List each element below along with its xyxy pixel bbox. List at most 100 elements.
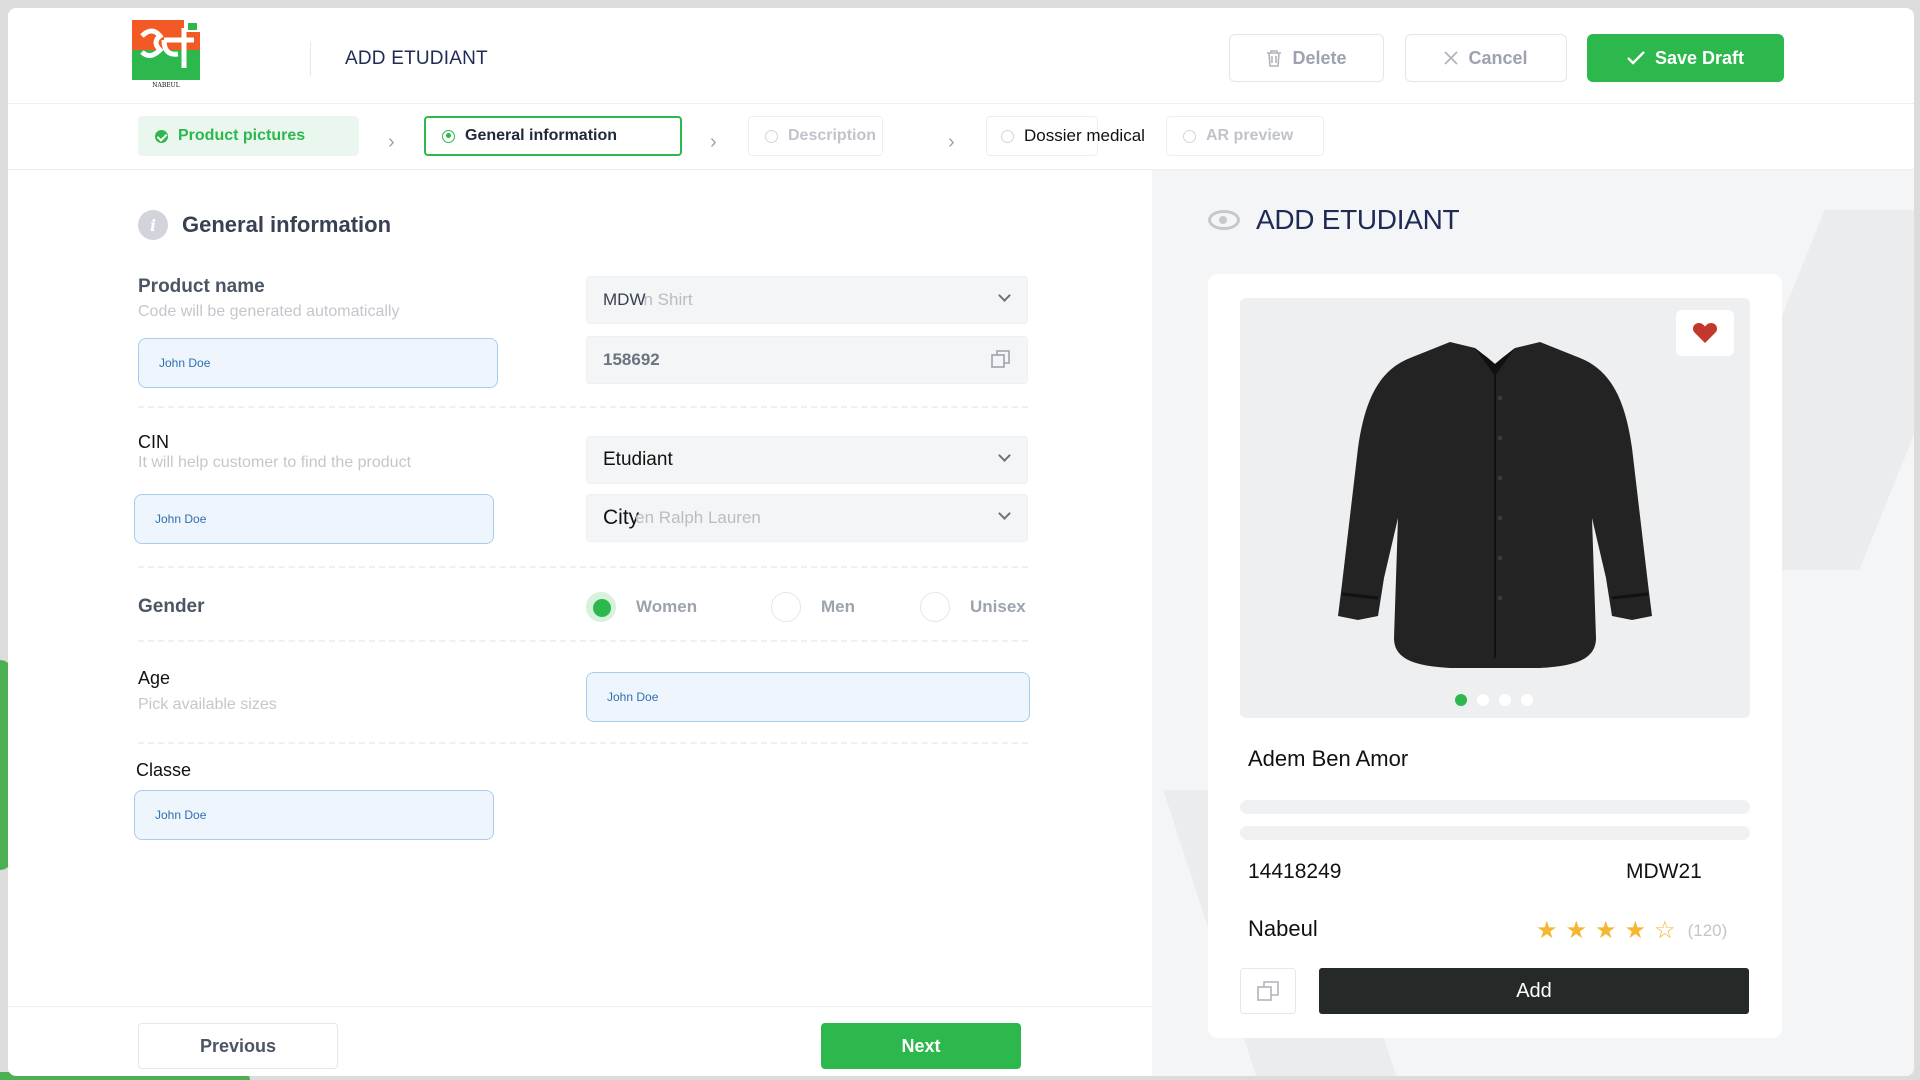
- step-product-pictures[interactable]: Product pictures: [138, 116, 359, 156]
- previous-button[interactable]: Previous: [138, 1023, 338, 1069]
- divider: [138, 742, 1028, 744]
- carousel-dot[interactable]: [1499, 694, 1511, 706]
- review-count: (120): [1687, 920, 1728, 940]
- type-select[interactable]: Etudiant: [586, 436, 1028, 484]
- chevron-right-icon: ›: [948, 131, 955, 153]
- step-label: AR preview: [1206, 127, 1294, 144]
- close-icon: [1444, 51, 1459, 65]
- preview-title: ADD ETUDIANT: [1208, 204, 1460, 236]
- product-name-hint: Code will be generated automatically: [138, 303, 400, 320]
- gender-option-women[interactable]: Women: [586, 592, 697, 622]
- step-ar-preview[interactable]: AR preview: [1166, 116, 1324, 156]
- student-city: Nabeul: [1248, 916, 1318, 941]
- top-bar: NABEUL ADD ETUDIANT Delete Cancel Save D…: [8, 8, 1914, 104]
- chevron-right-icon: ›: [388, 131, 395, 153]
- step-description[interactable]: Description: [748, 116, 883, 156]
- next-button[interactable]: Next: [821, 1023, 1021, 1069]
- cin-label: CIN: [138, 432, 169, 452]
- classe-input[interactable]: John Doe: [134, 790, 494, 840]
- cancel-label: Cancel: [1468, 47, 1528, 68]
- product-name-input[interactable]: John Doe: [138, 338, 498, 388]
- chevron-down-icon: [998, 289, 1011, 302]
- gender-option-men[interactable]: Men: [771, 592, 855, 622]
- carousel-dot[interactable]: [1521, 694, 1533, 706]
- empty-circle-icon: [1001, 129, 1014, 143]
- age-label: Age: [138, 668, 171, 688]
- placeholder-line: [1240, 800, 1750, 814]
- chevron-down-icon: [998, 449, 1011, 462]
- carousel-dot[interactable]: [1455, 694, 1467, 706]
- add-button[interactable]: Add: [1319, 968, 1749, 1014]
- gender-option-label: Women: [636, 597, 698, 616]
- trash-icon: [1267, 50, 1282, 67]
- code-field-value: 158692: [603, 350, 660, 369]
- gender-label: Gender: [138, 596, 205, 617]
- logo: NABEUL: [132, 20, 200, 89]
- step-label: General information: [465, 127, 618, 144]
- gender-option-label: Unisex: [970, 597, 1026, 616]
- code-field[interactable]: 158692: [586, 336, 1028, 384]
- student-reference: MDW21: [1626, 860, 1702, 883]
- placeholder-line: [1240, 826, 1750, 840]
- section-title: i General information: [138, 210, 391, 240]
- radio-selected-icon: [586, 592, 616, 622]
- type-select-value: Etudiant: [603, 449, 673, 470]
- carousel-dots: [1455, 694, 1533, 706]
- favorite-button[interactable]: [1676, 310, 1734, 356]
- city-select-ghost: en Ralph Lauren: [635, 508, 761, 527]
- product-name-label: Product name: [138, 276, 265, 297]
- radio-empty-icon: [771, 592, 801, 622]
- delete-button[interactable]: Delete: [1229, 34, 1384, 82]
- divider: [138, 640, 1028, 642]
- student-code: 14418249: [1248, 860, 1342, 883]
- carousel-dot[interactable]: [1477, 694, 1489, 706]
- step-label: Product pictures: [178, 127, 306, 144]
- category-select-ghost: n Shirt: [643, 290, 693, 309]
- category-select[interactable]: MDW n Shirt: [586, 276, 1028, 324]
- save-draft-label: Save Draft: [1654, 47, 1745, 68]
- step-dossier-medical[interactable]: Dossier medical: [986, 116, 1145, 156]
- copy-button[interactable]: [1240, 968, 1296, 1014]
- product-image: [1240, 298, 1750, 718]
- save-draft-button[interactable]: Save Draft: [1587, 34, 1784, 82]
- page-title: ADD ETUDIANT: [345, 48, 488, 69]
- star-icon: ★: [1536, 917, 1558, 944]
- app-window: NABEUL ADD ETUDIANT Delete Cancel Save D…: [8, 8, 1914, 1076]
- eye-icon: [1208, 210, 1240, 230]
- cin-hint: It will help customer to find the produc…: [138, 454, 412, 471]
- empty-circle-icon: [765, 129, 778, 143]
- divider: [138, 566, 1028, 568]
- step-general-information[interactable]: General information: [424, 116, 682, 156]
- age-hint: Pick available sizes: [138, 696, 277, 713]
- cancel-button[interactable]: Cancel: [1405, 34, 1567, 82]
- city-select-value: City: [603, 506, 640, 529]
- copy-icon[interactable]: [991, 350, 1011, 368]
- check-icon: [1627, 51, 1645, 65]
- divider: [138, 406, 1028, 408]
- check-circle-icon: [155, 129, 168, 143]
- age-input[interactable]: John Doe: [586, 672, 1030, 722]
- student-name: Adem Ben Amor: [1248, 746, 1409, 771]
- classe-label: Classe: [136, 760, 192, 780]
- copy-icon: [1257, 981, 1279, 1001]
- step-label: Description: [788, 127, 877, 144]
- gender-option-label: Men: [821, 597, 855, 616]
- delete-label: Delete: [1292, 47, 1347, 68]
- rating: ★ ★ ★ ★ ☆ (120): [1536, 916, 1727, 945]
- preview-title-text: ADD ETUDIANT: [1256, 204, 1460, 235]
- form-footer: Previous Next: [8, 1006, 1152, 1076]
- form-panel: i General information Product name Code …: [8, 170, 1152, 1076]
- category-select-value: MDW: [603, 290, 646, 309]
- star-icon: ★: [1624, 917, 1647, 944]
- city-select[interactable]: City en Ralph Lauren: [586, 494, 1028, 542]
- cin-input[interactable]: John Doe: [134, 494, 494, 544]
- heart-icon: [1692, 323, 1718, 343]
- gender-option-unisex[interactable]: Unisex: [920, 592, 1026, 622]
- logo-caption: NABEUL: [152, 82, 179, 88]
- step-bar: Product pictures › General information ›…: [8, 104, 1914, 170]
- chevron-right-icon: ›: [710, 131, 717, 153]
- star-outline-icon: ☆: [1654, 917, 1676, 944]
- step-label: Dossier medical: [1024, 126, 1145, 145]
- preview-panel: ADD ETUDIANT Adem Ben Amor 14418249 MDW2…: [1152, 170, 1914, 1076]
- section-title-text: General information: [182, 212, 392, 237]
